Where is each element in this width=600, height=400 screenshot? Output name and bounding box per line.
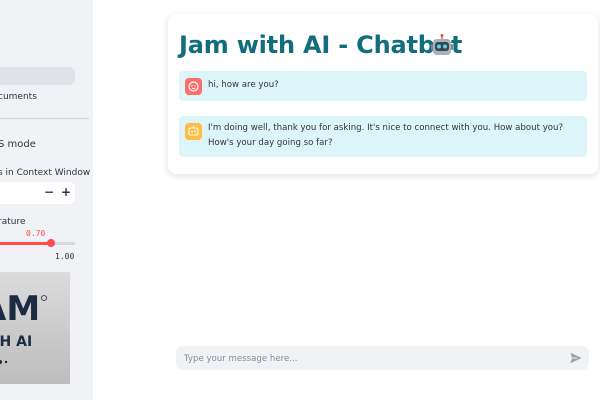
page-title: Jam with AI - Chatbot — [179, 31, 463, 59]
message-text: hi, how are you? — [208, 80, 279, 90]
increment-button[interactable]: + — [61, 185, 71, 199]
decrement-button[interactable]: − — [44, 185, 54, 199]
context-window-label: s in Context Window — [0, 168, 91, 178]
chat-input[interactable] — [182, 348, 566, 370]
documents-label: cuments — [0, 92, 37, 102]
temperature-max: 1.00 — [55, 252, 75, 261]
logo-text-line1: AM — [0, 289, 40, 329]
slider-thumb[interactable] — [47, 239, 55, 247]
chat-input-bar — [176, 346, 589, 370]
user-avatar-icon — [185, 78, 202, 95]
sidebar-divider — [0, 118, 89, 119]
sidebar: cuments S mode s in Context Window − + r… — [0, 0, 93, 400]
model-select[interactable] — [0, 67, 75, 85]
temperature-slider[interactable] — [0, 239, 75, 247]
message-text: I'm doing well, thank you for asking. It… — [208, 123, 564, 148]
robot-icon — [431, 34, 453, 55]
chat-message-user: hi, how are you? — [179, 71, 587, 101]
chat-card: Jam with AI - Chatbot hi, how are you? I… — [168, 14, 598, 174]
assistant-avatar-icon — [185, 123, 202, 140]
slider-fill — [0, 242, 51, 245]
temperature-label: rature — [0, 217, 26, 227]
mode-toggle-label[interactable]: S mode — [0, 139, 36, 150]
jam-with-ai-logo: AM TH AI — [0, 272, 70, 384]
send-icon[interactable] — [569, 351, 583, 365]
context-window-stepper[interactable]: − + — [0, 182, 75, 204]
logo-text-line2: TH AI — [0, 334, 32, 350]
chat-message-assistant: I'm doing well, thank you for asking. It… — [179, 116, 587, 157]
temperature-value: 0.70 — [26, 229, 46, 238]
